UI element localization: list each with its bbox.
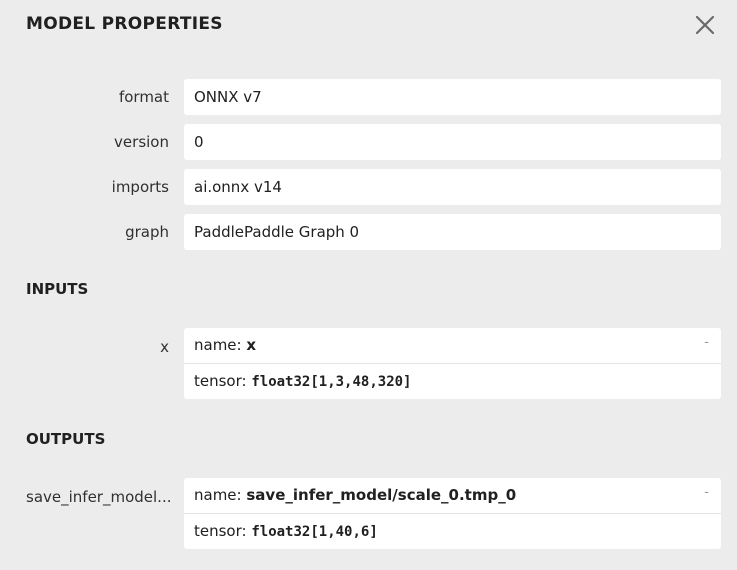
property-value[interactable]: 0	[184, 124, 721, 160]
input-tensor-line: tensor: float32[1,3,48,320]	[184, 364, 721, 399]
name-prefix: name:	[194, 486, 247, 504]
property-value[interactable]: PaddlePaddle Graph 0	[184, 214, 721, 250]
property-row-version: version 0	[0, 124, 737, 160]
property-row-imports: imports ai.onnx v14	[0, 169, 737, 205]
input-tensor-type: float32[1,3,48,320]	[251, 374, 412, 390]
output-label: save_infer_model...	[26, 488, 171, 506]
input-name-line: name: x	[184, 328, 721, 363]
name-prefix: name:	[194, 336, 247, 354]
model-properties-panel: MODEL PROPERTIES format ONNX v7 version …	[0, 0, 737, 570]
property-value[interactable]: ai.onnx v14	[184, 169, 721, 205]
tensor-prefix: tensor:	[194, 372, 252, 390]
panel-title: MODEL PROPERTIES	[26, 14, 223, 34]
output-name: save_infer_model/scale_0.tmp_0	[246, 486, 517, 504]
close-icon[interactable]	[692, 12, 718, 38]
property-value[interactable]: ONNX v7	[184, 79, 721, 115]
collapse-toggle[interactable]: -	[704, 335, 709, 350]
input-name: x	[246, 336, 257, 354]
input-label: x	[160, 338, 169, 356]
property-label: graph	[125, 223, 169, 241]
property-label: imports	[111, 178, 169, 196]
tensor-prefix: tensor:	[194, 522, 252, 540]
property-row-graph: graph PaddlePaddle Graph 0	[0, 214, 737, 250]
output-tensor-line: tensor: float32[1,40,6]	[184, 514, 721, 549]
property-label: version	[114, 133, 169, 151]
output-tensor-type: float32[1,40,6]	[251, 524, 378, 540]
output-item-box[interactable]: name: save_infer_model/scale_0.tmp_0 - t…	[184, 478, 721, 549]
collapse-toggle[interactable]: -	[704, 485, 709, 500]
input-item-box[interactable]: name: x - tensor: float32[1,3,48,320]	[184, 328, 721, 399]
property-row-format: format ONNX v7	[0, 79, 737, 115]
property-label: format	[118, 88, 169, 106]
output-name-line: name: save_infer_model/scale_0.tmp_0	[184, 478, 721, 513]
inputs-heading: INPUTS	[26, 280, 89, 298]
outputs-heading: OUTPUTS	[26, 430, 106, 448]
